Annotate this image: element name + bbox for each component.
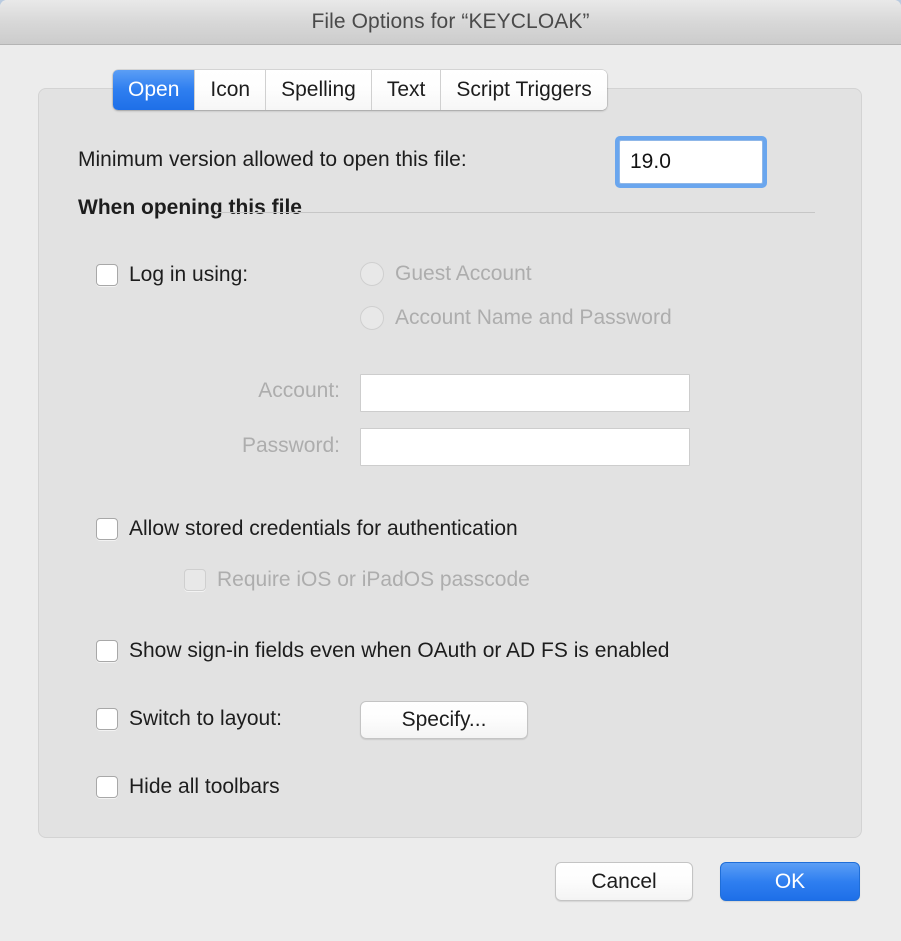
- switch-to-layout-row[interactable]: Switch to layout:: [96, 707, 282, 731]
- tab-script-triggers[interactable]: Script Triggers: [440, 70, 607, 110]
- tab-open[interactable]: Open: [113, 70, 195, 110]
- guest-account-label: Guest Account: [395, 262, 532, 285]
- tab-text[interactable]: Text: [370, 70, 441, 110]
- log-in-using-row[interactable]: Log in using:: [96, 263, 248, 287]
- show-signin-fields-checkbox[interactable]: [96, 640, 118, 662]
- dialog-titlebar: File Options for “KEYCLOAK”: [0, 0, 901, 45]
- cancel-button[interactable]: Cancel: [555, 862, 693, 901]
- hide-all-toolbars-row[interactable]: Hide all toolbars: [96, 775, 280, 799]
- minimum-version-field-focus-ring: 19.0: [615, 136, 767, 188]
- account-label: Account:: [258, 379, 340, 402]
- specify-layout-button[interactable]: Specify...: [360, 701, 528, 739]
- allow-stored-credentials-label: Allow stored credentials for authenticat…: [129, 517, 518, 540]
- minimum-version-label: Minimum version allowed to open this fil…: [78, 148, 467, 171]
- account-name-password-radio[interactable]: [360, 306, 384, 330]
- ok-button[interactable]: OK: [720, 862, 860, 901]
- file-options-dialog: File Options for “KEYCLOAK” Open Icon Sp…: [0, 0, 901, 941]
- allow-stored-credentials-row[interactable]: Allow stored credentials for authenticat…: [96, 517, 518, 541]
- require-passcode-checkbox[interactable]: [184, 569, 206, 591]
- hide-all-toolbars-label: Hide all toolbars: [129, 775, 280, 798]
- password-input[interactable]: [360, 428, 690, 466]
- tab-spelling[interactable]: Spelling: [265, 70, 371, 110]
- require-passcode-label: Require iOS or iPadOS passcode: [217, 568, 530, 591]
- minimum-version-input[interactable]: 19.0: [619, 140, 763, 184]
- tab-bar: Open Icon Spelling Text Script Triggers: [113, 70, 607, 110]
- password-label: Password:: [241, 434, 340, 457]
- hide-all-toolbars-checkbox[interactable]: [96, 776, 118, 798]
- group-separator-line: [215, 212, 815, 213]
- log-in-using-label: Log in using:: [129, 263, 249, 286]
- account-name-password-row[interactable]: Account Name and Password: [360, 306, 672, 330]
- account-name-password-label: Account Name and Password: [395, 306, 672, 329]
- dialog-title: File Options for “KEYCLOAK”: [311, 10, 590, 33]
- show-signin-fields-row[interactable]: Show sign-in fields even when OAuth or A…: [96, 639, 669, 663]
- switch-to-layout-checkbox[interactable]: [96, 708, 118, 730]
- switch-to-layout-label: Switch to layout:: [129, 707, 282, 730]
- tab-icon[interactable]: Icon: [194, 70, 266, 110]
- allow-stored-credentials-checkbox[interactable]: [96, 518, 118, 540]
- guest-account-row[interactable]: Guest Account: [360, 262, 532, 286]
- guest-account-radio[interactable]: [360, 262, 384, 286]
- log-in-using-checkbox[interactable]: [96, 264, 118, 286]
- account-input[interactable]: [360, 374, 690, 412]
- require-passcode-row[interactable]: Require iOS or iPadOS passcode: [184, 568, 530, 592]
- when-opening-group-label: When opening this file: [78, 196, 302, 219]
- show-signin-fields-label: Show sign-in fields even when OAuth or A…: [129, 639, 670, 662]
